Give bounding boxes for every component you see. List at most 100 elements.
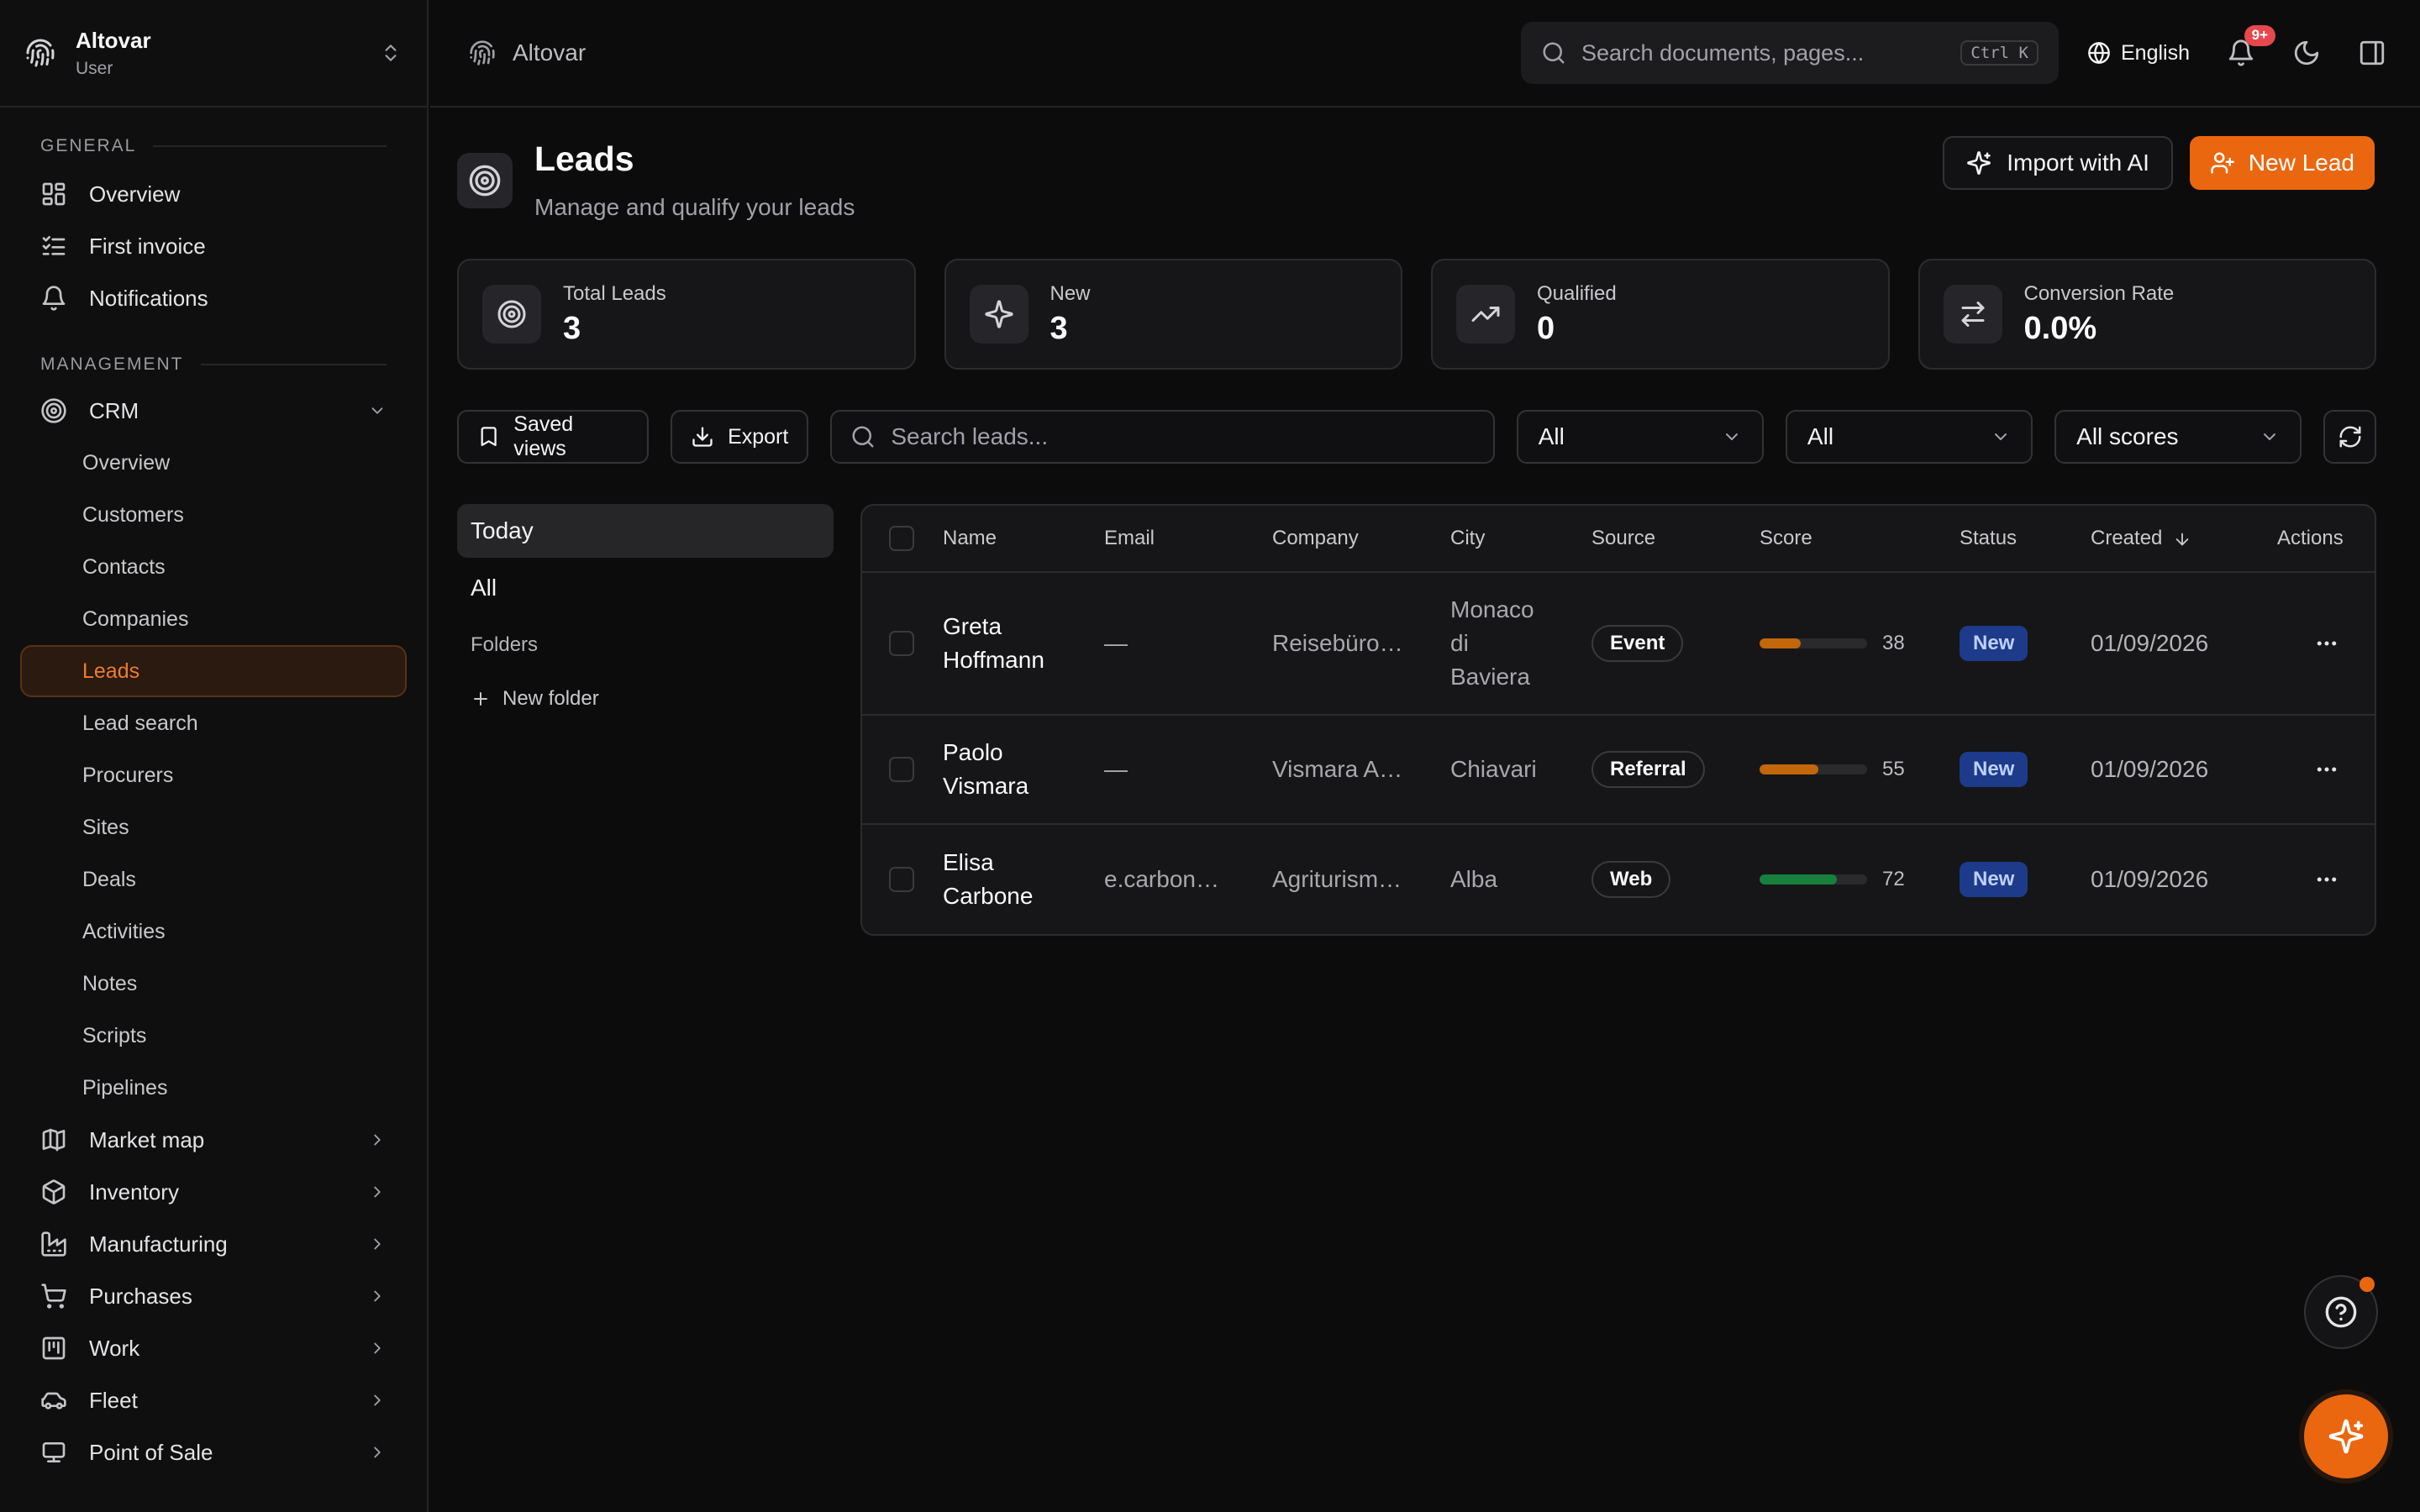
breadcrumb-label[interactable]: Altovar: [513, 39, 586, 66]
nav-label: Point of Sale: [89, 1439, 213, 1465]
new-folder-label: New folder: [502, 687, 599, 710]
help-button[interactable]: [2304, 1275, 2378, 1349]
import-with-ai-button[interactable]: Import with AI: [1943, 136, 2173, 190]
sparkles-icon: [969, 285, 1028, 344]
box-icon: [40, 1179, 67, 1205]
nav-overview[interactable]: Overview: [40, 168, 387, 220]
nav-market-map[interactable]: Market map: [40, 1114, 387, 1166]
notification-count-badge: 9+: [2244, 25, 2275, 46]
refresh-button[interactable]: [2323, 410, 2376, 464]
map-icon: [40, 1126, 67, 1153]
new-folder-button[interactable]: New folder: [457, 687, 834, 711]
more-actions-icon[interactable]: [2314, 757, 2339, 782]
stat-label: Conversion Rate: [2023, 281, 2175, 305]
theme-toggle[interactable]: [2292, 39, 2321, 67]
crm-item-notes[interactable]: Notes: [20, 958, 407, 1010]
more-actions-icon[interactable]: [2314, 631, 2339, 656]
new-lead-button[interactable]: New Lead: [2189, 136, 2375, 190]
crm-item-leads[interactable]: Leads: [20, 645, 407, 697]
workspace-switcher[interactable]: Altovar User: [0, 0, 427, 108]
lead-city: Chiavari: [1450, 753, 1591, 786]
row-checkbox[interactable]: [889, 631, 914, 656]
table-row[interactable]: Paolo Vismara — Vismara A… Chiavari Referral 5…: [862, 716, 2375, 825]
crm-item-scripts[interactable]: Scripts: [20, 1010, 407, 1062]
lead-search-input[interactable]: Search leads...: [830, 410, 1495, 464]
saved-views-button[interactable]: Saved views: [457, 410, 650, 464]
header-status[interactable]: Status: [1960, 527, 2091, 550]
notifications-button[interactable]: 9+: [2227, 25, 2275, 67]
target-icon: [482, 285, 541, 344]
header-source[interactable]: Source: [1591, 527, 1760, 550]
header-name[interactable]: Name: [943, 527, 1104, 550]
score-bar-fill: [1760, 638, 1801, 648]
workspace-role: User: [76, 58, 113, 78]
crm-item-customers[interactable]: Customers: [20, 489, 407, 541]
stat-value: 3: [1050, 310, 1068, 346]
moon-icon: [2294, 40, 2319, 66]
page-title: Leads: [534, 139, 634, 178]
more-actions-icon[interactable]: [2314, 867, 2339, 892]
nav-first-invoice[interactable]: First invoice: [40, 220, 387, 272]
lead-company: Agriturism…: [1272, 866, 1402, 892]
ai-assistant-button[interactable]: [2304, 1394, 2388, 1478]
header-city[interactable]: City: [1450, 527, 1591, 550]
nav-crm[interactable]: CRM: [40, 385, 387, 437]
folders-label: Folders: [471, 633, 539, 656]
header-email[interactable]: Email: [1104, 527, 1272, 550]
header-company[interactable]: Company: [1272, 527, 1450, 550]
view-all[interactable]: All: [457, 561, 834, 615]
views-panel: Today All Folders New folder: [457, 504, 834, 711]
target-icon: [457, 153, 513, 208]
export-button[interactable]: Export: [671, 410, 809, 464]
crm-item-pipelines[interactable]: Pipelines: [20, 1062, 407, 1114]
view-today[interactable]: Today: [457, 504, 834, 558]
table-row[interactable]: Elisa Carbone e.carbon… Agriturism… Alba Web 7…: [862, 825, 2375, 934]
header-created[interactable]: Created: [2091, 527, 2277, 550]
lead-name[interactable]: Greta Hoffmann: [943, 610, 1104, 677]
header-score[interactable]: Score: [1760, 527, 1960, 550]
breadcrumb: Altovar: [469, 39, 1521, 66]
factory-icon: [40, 1231, 67, 1257]
panel-toggle[interactable]: [2358, 39, 2386, 67]
plus-icon: [471, 689, 491, 709]
lead-name[interactable]: Paolo Vismara: [943, 736, 1104, 803]
chevron-right-icon: [368, 1339, 387, 1357]
source-filter-select[interactable]: All: [1785, 410, 2033, 464]
leads-table: Name Email Company City Source Score Sta…: [860, 504, 2376, 936]
table-row[interactable]: Greta Hoffmann — Reisebüro… Monaco di Baviera E…: [862, 573, 2375, 716]
crm-item-overview[interactable]: Overview: [20, 437, 407, 489]
dashboard-icon: [40, 181, 67, 207]
global-search[interactable]: Search documents, pages... Ctrl K: [1521, 22, 2059, 84]
header-created-label: Created: [2091, 527, 2163, 549]
nav-inventory[interactable]: Inventory: [40, 1166, 387, 1218]
nav-notifications[interactable]: Notifications: [40, 272, 387, 324]
lead-first-name: Paolo: [943, 739, 1003, 765]
score-bar-fill: [1760, 874, 1838, 885]
nav-point-of-sale[interactable]: Point of Sale: [40, 1426, 387, 1478]
status-filter-select[interactable]: All: [1516, 410, 1764, 464]
row-checkbox[interactable]: [889, 867, 914, 892]
nav-purchases[interactable]: Purchases: [40, 1270, 387, 1322]
crm-item-deals[interactable]: Deals: [20, 853, 407, 906]
nav-label: Work: [89, 1335, 140, 1361]
target-icon: [40, 397, 67, 424]
city-line: di: [1450, 630, 1469, 656]
crm-item-sites[interactable]: Sites: [20, 801, 407, 853]
language-switcher[interactable]: English: [2087, 41, 2190, 66]
lead-name[interactable]: Elisa Carbone: [943, 846, 1104, 913]
lead-email: —: [1104, 630, 1128, 656]
crm-item-companies[interactable]: Companies: [20, 593, 407, 645]
nav-label: Market map: [89, 1126, 205, 1152]
crm-item-procurers[interactable]: Procurers: [20, 749, 407, 801]
nav-work[interactable]: Work: [40, 1322, 387, 1374]
nav-manufacturing[interactable]: Manufacturing: [40, 1218, 387, 1270]
crm-item-lead-search[interactable]: Lead search: [20, 697, 407, 749]
row-checkbox[interactable]: [889, 757, 914, 782]
chevrons-up-down-icon[interactable]: [380, 42, 402, 64]
kanban-icon: [40, 1335, 67, 1362]
select-all-checkbox[interactable]: [889, 526, 914, 551]
score-filter-select[interactable]: All scores: [2054, 410, 2302, 464]
crm-item-activities[interactable]: Activities: [20, 906, 407, 958]
crm-item-contacts[interactable]: Contacts: [20, 541, 407, 593]
nav-fleet[interactable]: Fleet: [40, 1374, 387, 1426]
